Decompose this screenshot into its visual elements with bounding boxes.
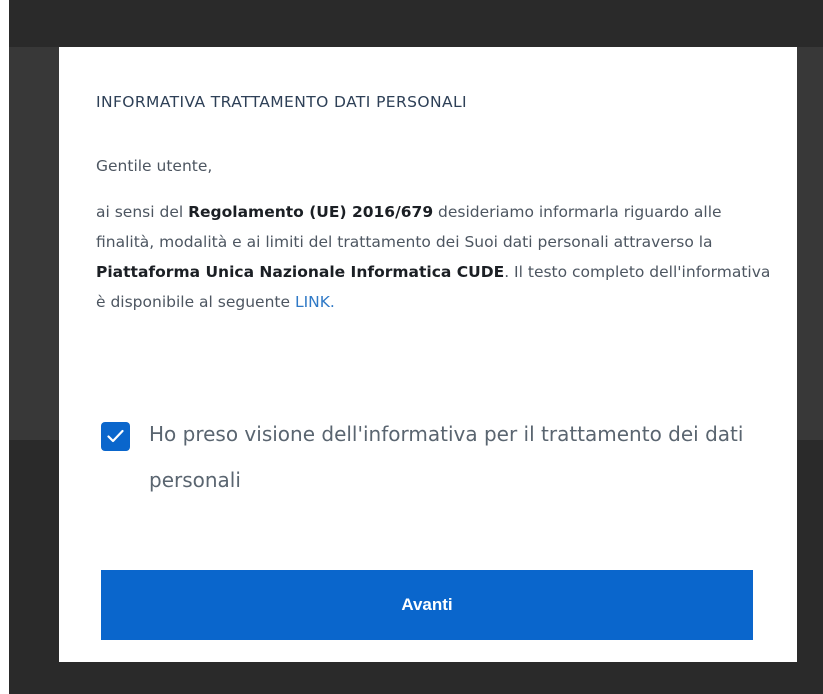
consent-checkbox[interactable] — [101, 422, 130, 451]
privacy-notice-modal: INFORMATIVA TRATTAMENTO DATI PERSONALI G… — [59, 47, 797, 662]
privacy-notice-text: ai sensi del Regolamento (UE) 2016/679 d… — [96, 197, 776, 317]
page-edge — [0, 0, 9, 694]
regulation-reference: Regolamento (UE) 2016/679 — [188, 203, 434, 221]
greeting-text: Gentile utente, — [96, 157, 213, 175]
consent-label[interactable]: Ho preso visione dell'informativa per il… — [149, 411, 769, 503]
avanti-button[interactable]: Avanti — [101, 570, 753, 640]
privacy-notice-link[interactable]: LINK. — [295, 293, 335, 311]
platform-name: Piattaforma Unica Nazionale Informatica … — [96, 263, 505, 281]
checkmark-icon — [107, 429, 124, 443]
body-text-part1: ai sensi del — [96, 203, 189, 221]
modal-title: INFORMATIVA TRATTAMENTO DATI PERSONALI — [96, 93, 468, 111]
